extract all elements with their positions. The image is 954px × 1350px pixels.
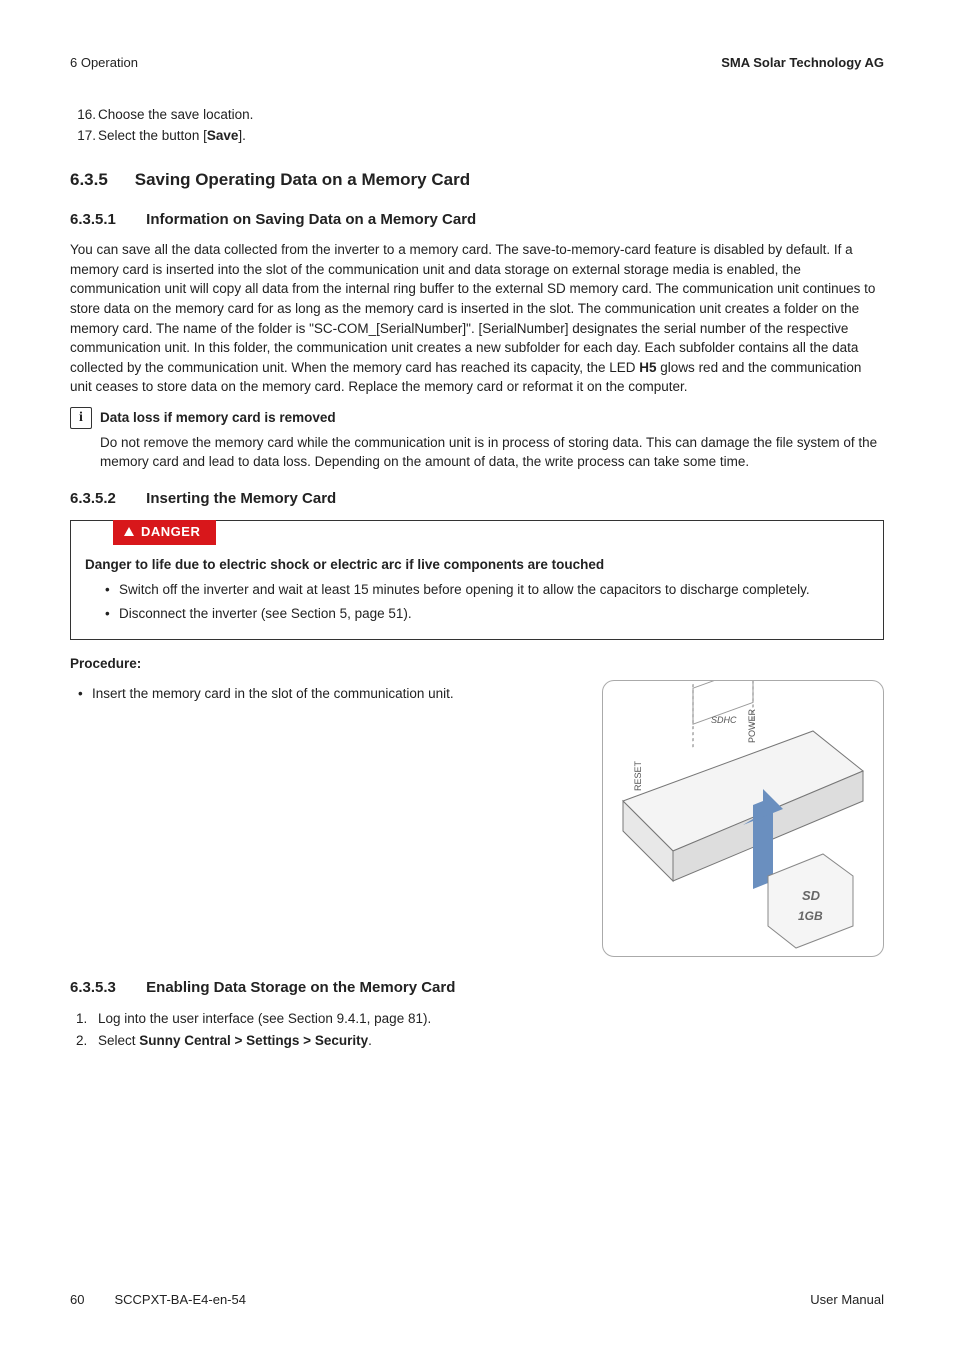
section-title: Inserting the Memory Card [146, 490, 336, 507]
procedure-text: Insert the memory card in the slot of th… [70, 680, 582, 708]
step-2: 2. Select Sunny Central > Settings > Sec… [98, 1031, 884, 1051]
fig-sdhc-label: SDHC [711, 715, 737, 725]
step-number: 2. [76, 1031, 87, 1051]
fig-sd-label: SD [802, 888, 821, 903]
continued-steps-list: 16. Choose the save location. 17. Select… [70, 105, 884, 146]
danger-label-text: DANGER [141, 523, 200, 542]
header-right: SMA Solar Technology AG [721, 54, 884, 73]
step-text-pre: Select [98, 1033, 139, 1048]
section-number: 6.3.5.3 [70, 977, 142, 999]
fig-power-label: POWER [747, 708, 757, 743]
fig-gb-label: 1GB [798, 909, 823, 923]
page: 6 Operation SMA Solar Technology AG 16. … [0, 0, 954, 1350]
step-text-pre: Select the button [ [98, 128, 207, 143]
warning-triangle-icon [123, 526, 135, 538]
section-title: Information on Saving Data on a Memory C… [146, 211, 476, 228]
step-1: 1. Log into the user interface (see Sect… [98, 1009, 884, 1029]
step-16: 16. Choose the save location. [98, 105, 884, 125]
steps-6-3-5-3: 1. Log into the user interface (see Sect… [70, 1009, 884, 1051]
section-title: Enabling Data Storage on the Memory Card [146, 979, 455, 996]
step-text-post: . [368, 1033, 372, 1048]
section-number: 6.3.5.1 [70, 209, 142, 231]
procedure-row: Insert the memory card in the slot of th… [70, 680, 884, 957]
para-pre: You can save all the data collected from… [70, 242, 875, 374]
info-head: i Data loss if memory card is removed [70, 407, 884, 429]
step-text: Log into the user interface (see Section… [98, 1011, 431, 1026]
danger-item: Disconnect the inverter (see Section 5, … [105, 604, 869, 624]
procedure-heading: Procedure: [70, 654, 884, 674]
info-title: Data loss if memory card is removed [100, 408, 336, 428]
page-footer: 60 SCCPXT-BA-E4-en-54 User Manual [70, 1291, 884, 1310]
section-number: 6.3.5.2 [70, 488, 142, 510]
footer-doc-id: SCCPXT-BA-E4-en-54 [114, 1291, 246, 1310]
step-text-bold: Sunny Central > Settings > Security [139, 1033, 368, 1048]
fig-reset-label: RESET [633, 760, 643, 791]
step-number: 1. [76, 1009, 87, 1029]
para-bold: H5 [639, 360, 656, 375]
figure-memory-card-insert: SD 1GB RESET SDHC POWER [602, 680, 884, 957]
section-number: 6.3.5 [70, 168, 130, 193]
header-left: 6 Operation [70, 54, 138, 73]
info-body: Do not remove the memory card while the … [70, 433, 884, 472]
heading-6-3-5: 6.3.5 Saving Operating Data on a Memory … [70, 168, 884, 193]
step-text-post: ]. [238, 128, 246, 143]
danger-bullets: Switch off the inverter and wait at leas… [85, 580, 869, 623]
procedure-item: Insert the memory card in the slot of th… [78, 684, 582, 704]
footer-manual-label: User Manual [810, 1291, 884, 1310]
step-text-bold: Save [207, 128, 239, 143]
heading-6-3-5-3: 6.3.5.3 Enabling Data Storage on the Mem… [70, 977, 884, 999]
danger-label: DANGER [113, 520, 216, 545]
step-text: Choose the save location. [98, 107, 253, 122]
heading-6-3-5-2: 6.3.5.2 Inserting the Memory Card [70, 488, 884, 510]
section-title: Saving Operating Data on a Memory Card [135, 170, 470, 189]
step-number: 16. [70, 105, 96, 125]
danger-title: Danger to life due to electric shock or … [85, 555, 869, 575]
paragraph-6-3-5-1: You can save all the data collected from… [70, 240, 884, 397]
danger-item: Switch off the inverter and wait at leas… [105, 580, 869, 600]
info-icon: i [70, 407, 92, 429]
page-header: 6 Operation SMA Solar Technology AG [70, 54, 884, 73]
info-note: i Data loss if memory card is removed Do… [70, 407, 884, 472]
footer-page-number: 60 [70, 1291, 84, 1310]
heading-6-3-5-1: 6.3.5.1 Information on Saving Data on a … [70, 209, 884, 231]
step-17: 17. Select the button [Save]. [98, 126, 884, 146]
step-number: 17. [70, 126, 96, 146]
danger-box: DANGER Danger to life due to electric sh… [70, 520, 884, 641]
